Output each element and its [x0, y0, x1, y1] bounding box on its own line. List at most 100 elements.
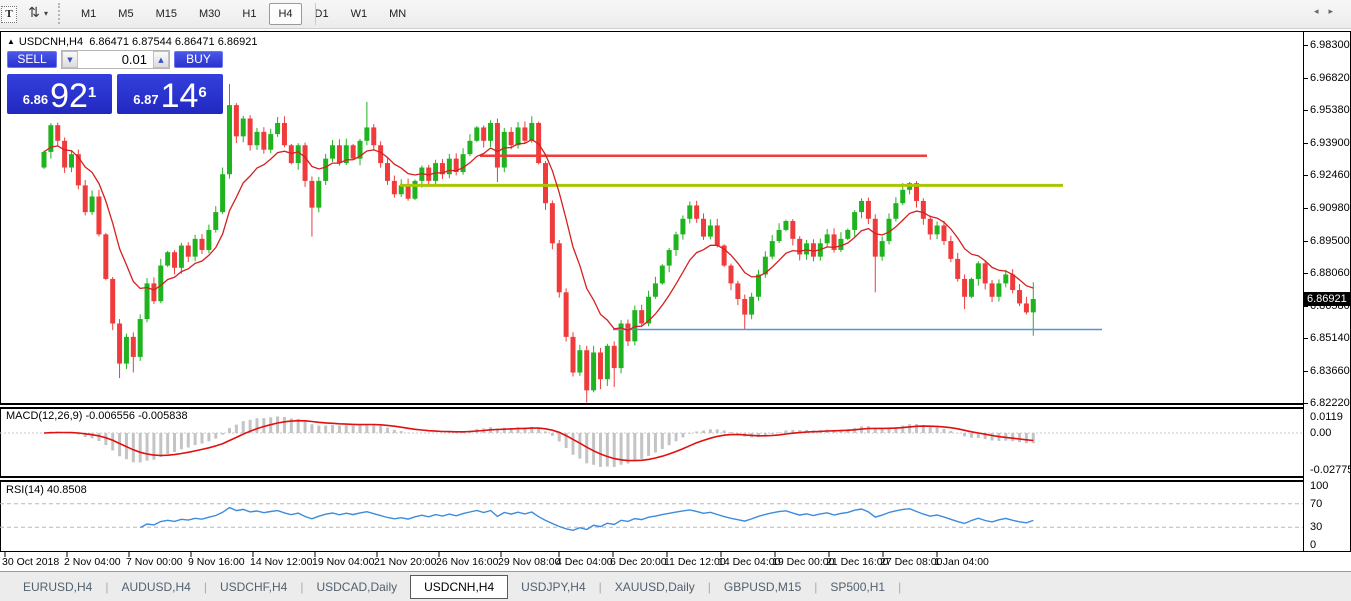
- candle-body: [729, 266, 734, 284]
- rsi-axis-label: 70: [1310, 498, 1322, 510]
- candle-body: [330, 145, 335, 158]
- candle-body: [83, 185, 88, 212]
- candle-body: [227, 105, 232, 174]
- volume-input[interactable]: 0.01: [78, 51, 153, 68]
- volume-increase-button[interactable]: ▲: [153, 51, 169, 68]
- candle-body: [1010, 274, 1015, 290]
- candle-body: [749, 297, 754, 315]
- time-axis-label: 29 Nov 08:00: [498, 556, 560, 568]
- candle-body: [756, 274, 761, 296]
- volume-stepper: ▼ 0.01 ▲: [61, 50, 170, 69]
- candle-body: [1017, 290, 1022, 303]
- price-axis-tick: [1303, 143, 1308, 144]
- candle-body: [990, 283, 995, 296]
- candle-body: [825, 234, 830, 243]
- sell-price-button[interactable]: 6.86 92 1: [7, 74, 112, 114]
- candle-body: [735, 283, 740, 299]
- candle-body: [234, 105, 239, 136]
- sell-button[interactable]: SELL: [7, 51, 57, 68]
- candle-body: [467, 141, 472, 154]
- candle-body: [962, 279, 967, 297]
- candle-body: [529, 123, 534, 141]
- candle-body: [186, 246, 191, 257]
- candle-body: [550, 203, 555, 243]
- candle-body: [742, 299, 747, 315]
- buy-price-small: 6.87: [133, 89, 158, 111]
- candle-body: [969, 279, 974, 297]
- buy-price-button[interactable]: 6.87 14 6: [117, 74, 223, 114]
- candle-body: [172, 252, 177, 268]
- candle-body: [584, 350, 589, 390]
- candle-body: [852, 212, 857, 230]
- candle-body: [509, 132, 514, 145]
- candle-body: [783, 221, 788, 230]
- time-axis-label: 9 Nov 16:00: [188, 556, 245, 568]
- candle-body: [124, 337, 129, 364]
- candle-body: [495, 123, 500, 168]
- candle-body: [461, 154, 466, 172]
- candle-body: [268, 134, 273, 150]
- candle-body: [488, 123, 493, 141]
- time-axis-label: 6 Dec 20:00: [610, 556, 667, 568]
- current-price-tag: 6.86921: [1304, 292, 1351, 306]
- candle-body: [261, 132, 266, 150]
- macd-axis-label: 0.0119: [1310, 411, 1343, 423]
- sell-price-small: 6.86: [23, 89, 48, 111]
- price-axis-label: 6.88060: [1310, 267, 1350, 279]
- candle-body: [790, 221, 795, 239]
- candle-body: [900, 190, 905, 203]
- candle-body: [632, 310, 637, 341]
- candle-body: [804, 243, 809, 254]
- candle-body: [200, 239, 205, 250]
- time-axis-label: 26 Nov 16:00: [436, 556, 498, 568]
- price-axis-tick: [1303, 403, 1308, 404]
- macd-axis-label: 0.00: [1310, 427, 1331, 439]
- candle-body: [282, 123, 287, 145]
- price-axis-tick: [1303, 110, 1308, 111]
- macd-axis-label: -0.027754: [1310, 464, 1351, 476]
- candle-body: [522, 127, 527, 140]
- candle-body: [447, 159, 452, 175]
- candle-body: [570, 337, 575, 373]
- candle-body: [275, 123, 280, 134]
- candle-body: [131, 337, 136, 357]
- candle-body: [612, 346, 617, 368]
- candle-body: [474, 127, 479, 140]
- time-axis-label: 14 Nov 12:00: [250, 556, 312, 568]
- candle-body: [385, 163, 390, 181]
- price-axis-tick: [1303, 208, 1308, 209]
- price-axis-label: 6.93900: [1310, 137, 1350, 149]
- buy-button[interactable]: BUY: [174, 51, 223, 68]
- price-axis-tick: [1303, 273, 1308, 274]
- candle-body: [701, 219, 706, 237]
- rsi-axis-label: 30: [1310, 521, 1322, 533]
- moving-average-line: [44, 140, 1033, 331]
- candle-body: [557, 243, 562, 292]
- candle-body: [412, 181, 417, 199]
- candle-body: [845, 230, 850, 239]
- time-axis-label: 11 Dec 12:00: [664, 556, 726, 568]
- candle-body: [220, 174, 225, 212]
- candle-body: [364, 127, 369, 140]
- price-axis-label: 6.90980: [1310, 202, 1350, 214]
- price-axis-tick: [1303, 338, 1308, 339]
- volume-decrease-button[interactable]: ▼: [62, 51, 78, 68]
- candle-body: [117, 324, 122, 364]
- price-axis-label: 6.89500: [1310, 235, 1350, 247]
- candle-body: [406, 185, 411, 198]
- candle-body: [948, 241, 953, 259]
- candle-body: [680, 219, 685, 235]
- candle-body: [564, 292, 569, 337]
- candle-body: [873, 219, 878, 257]
- candle-body: [639, 310, 644, 323]
- candle-body: [90, 197, 95, 213]
- price-axis-label: 6.83660: [1310, 365, 1350, 377]
- price-axis-label: 6.95380: [1310, 104, 1350, 116]
- one-click-trading-panel: SELL ▼ 0.01 ▲ BUY 6.86 92 1 6.87 14 6: [7, 49, 223, 115]
- candle-body: [893, 203, 898, 219]
- candle-body: [880, 241, 885, 257]
- candle-body: [213, 212, 218, 230]
- candle-body: [921, 201, 926, 219]
- time-axis-label: 1 Jan 04:00: [934, 556, 989, 568]
- candle-body: [241, 119, 246, 137]
